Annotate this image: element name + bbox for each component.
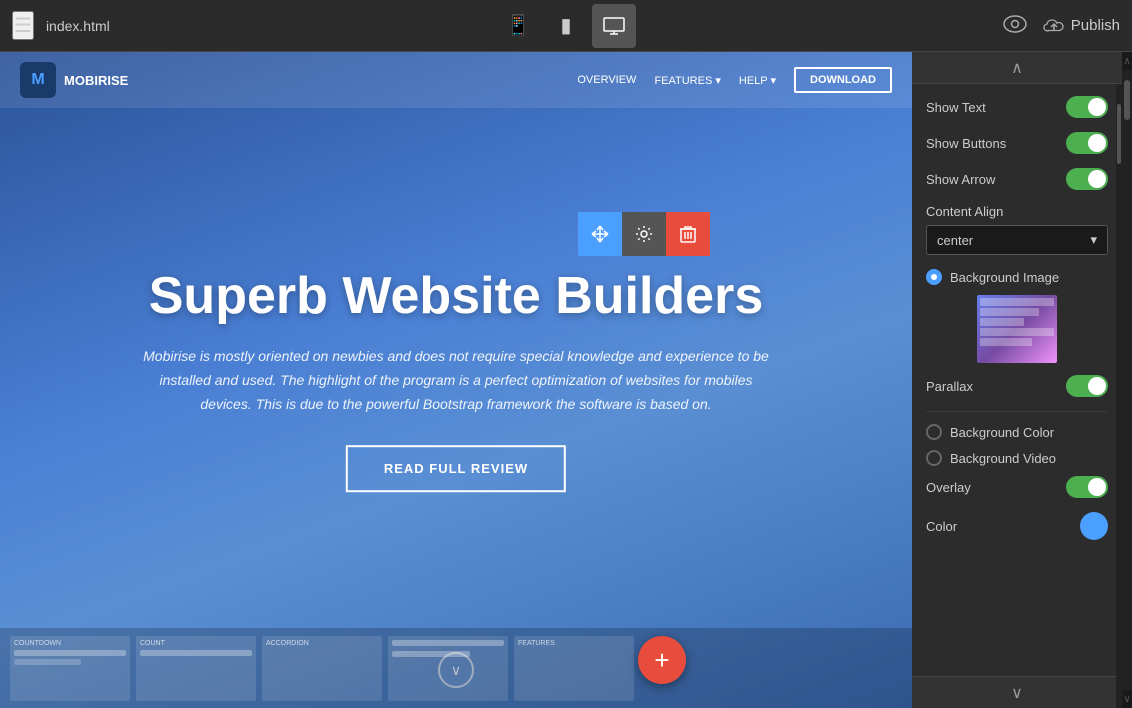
content-align-value: center <box>937 233 973 248</box>
right-panel: ∧ Show Text Show Buttons Show Arrow Cont… <box>912 52 1122 708</box>
settings-icon <box>635 225 653 243</box>
show-arrow-row: Show Arrow <box>926 168 1108 190</box>
bg-color-label: Background Color <box>950 425 1054 440</box>
tablet-device-button[interactable]: ▮ <box>544 4 588 48</box>
parallax-row: Parallax <box>926 375 1108 397</box>
header-left: ☰ index.html <box>12 11 110 40</box>
publish-button[interactable]: Publish <box>1043 17 1120 35</box>
content-align-section: Content Align center ▾ <box>926 204 1108 255</box>
overlay-row: Overlay <box>926 476 1108 498</box>
color-label: Color <box>926 519 957 534</box>
panel-scroll-down-button[interactable]: ∨ <box>912 676 1122 708</box>
canvas: M MOBIRISE OVERVIEW FEATURES ▾ HELP ▾ DO… <box>0 52 912 708</box>
delete-block-button[interactable] <box>666 212 710 256</box>
bottom-strip: COUNTDOWN COUNT ACCORDION FEATURES <box>0 628 912 708</box>
main-area: M MOBIRISE OVERVIEW FEATURES ▾ HELP ▾ DO… <box>0 52 1132 708</box>
nav-link-features[interactable]: FEATURES ▾ <box>654 74 720 87</box>
add-icon: + <box>654 645 669 676</box>
hero-text: Mobirise is mostly oriented on newbies a… <box>137 345 775 416</box>
mobile-device-button[interactable]: 📱 <box>496 4 540 48</box>
header: ☰ index.html 📱 ▮ Publish <box>0 0 1132 52</box>
scrollbar-track <box>1122 70 1132 690</box>
show-buttons-toggle[interactable] <box>1066 132 1108 154</box>
hero-cta-button[interactable]: READ FULL REVIEW <box>346 445 566 492</box>
filename-label: index.html <box>46 18 110 34</box>
strip-thumb-4 <box>388 636 508 701</box>
color-swatch[interactable] <box>1080 512 1108 540</box>
hamburger-menu-button[interactable]: ☰ <box>12 11 34 40</box>
delete-icon <box>680 225 696 243</box>
show-buttons-row: Show Buttons <box>926 132 1108 154</box>
parallax-toggle[interactable] <box>1066 375 1108 397</box>
bg-image-radio[interactable] <box>926 269 942 285</box>
parallax-label: Parallax <box>926 379 973 394</box>
show-arrow-label: Show Arrow <box>926 172 995 187</box>
add-block-button[interactable]: + <box>638 636 686 684</box>
hero-content: Superb Website Builders Mobirise is most… <box>137 268 775 492</box>
chevron-down-icon: ▾ <box>1090 232 1097 248</box>
panel-scrollbar-thumb[interactable] <box>1117 104 1121 164</box>
strip-thumb-5: FEATURES <box>514 636 634 701</box>
nav-download-button[interactable]: DOWNLOAD <box>794 67 892 93</box>
show-text-toggle[interactable] <box>1066 96 1108 118</box>
move-icon <box>591 225 609 243</box>
panel-divider <box>926 411 1108 412</box>
nav-link-overview[interactable]: OVERVIEW <box>577 74 636 86</box>
site-preview: M MOBIRISE OVERVIEW FEATURES ▾ HELP ▾ DO… <box>0 52 912 708</box>
preview-button[interactable] <box>1003 13 1027 39</box>
bg-video-label: Background Video <box>950 451 1056 466</box>
device-switcher: 📱 ▮ <box>496 4 636 48</box>
color-row: Color <box>926 512 1108 540</box>
panel-content: Show Text Show Buttons Show Arrow Conten… <box>912 84 1122 676</box>
canvas-action-buttons <box>578 212 710 256</box>
hero-title: Superb Website Builders <box>137 268 775 325</box>
strip-thumb-2: COUNT <box>136 636 256 701</box>
show-buttons-label: Show Buttons <box>926 136 1006 151</box>
strip-thumb-1: COUNTDOWN <box>10 636 130 701</box>
panel-scroll-up-button[interactable]: ∧ <box>912 52 1122 84</box>
scrollbar-up-button[interactable]: ∧ <box>1122 52 1132 70</box>
site-logo-name: MOBIRISE <box>64 73 128 88</box>
show-text-row: Show Text <box>926 96 1108 118</box>
overlay-label: Overlay <box>926 480 971 495</box>
site-navbar: M MOBIRISE OVERVIEW FEATURES ▾ HELP ▾ DO… <box>0 52 912 108</box>
bg-color-row: Background Color <box>926 424 1108 440</box>
strip-thumb-3: ACCORDION <box>262 636 382 701</box>
content-align-dropdown[interactable]: center ▾ <box>926 225 1108 255</box>
block-settings-button[interactable] <box>622 212 666 256</box>
publish-label: Publish <box>1071 17 1120 34</box>
show-arrow-toggle[interactable] <box>1066 168 1108 190</box>
bg-image-label: Background Image <box>950 270 1059 285</box>
nav-link-help[interactable]: HELP ▾ <box>739 74 776 87</box>
site-logo: M MOBIRISE <box>20 62 128 98</box>
site-logo-icon: M <box>20 62 56 98</box>
overlay-toggle[interactable] <box>1066 476 1108 498</box>
scrollbar-down-button[interactable]: ∨ <box>1122 690 1132 708</box>
panel-scrollbar <box>1116 84 1122 708</box>
bg-video-row: Background Video <box>926 450 1108 466</box>
bg-image-row: Background Image <box>926 269 1108 285</box>
desktop-device-button[interactable] <box>592 4 636 48</box>
bg-color-radio[interactable] <box>926 424 942 440</box>
bg-video-radio[interactable] <box>926 450 942 466</box>
header-right: Publish <box>1003 13 1120 39</box>
window-scrollbar: ∧ ∨ <box>1122 52 1132 708</box>
site-nav-links: OVERVIEW FEATURES ▾ HELP ▾ DOWNLOAD <box>577 67 892 93</box>
scrollbar-thumb[interactable] <box>1124 80 1130 120</box>
bg-image-thumbnail[interactable] <box>977 295 1057 363</box>
content-align-label: Content Align <box>926 204 1108 219</box>
move-block-button[interactable] <box>578 212 622 256</box>
cloud-upload-icon <box>1043 17 1065 35</box>
show-text-label: Show Text <box>926 100 986 115</box>
